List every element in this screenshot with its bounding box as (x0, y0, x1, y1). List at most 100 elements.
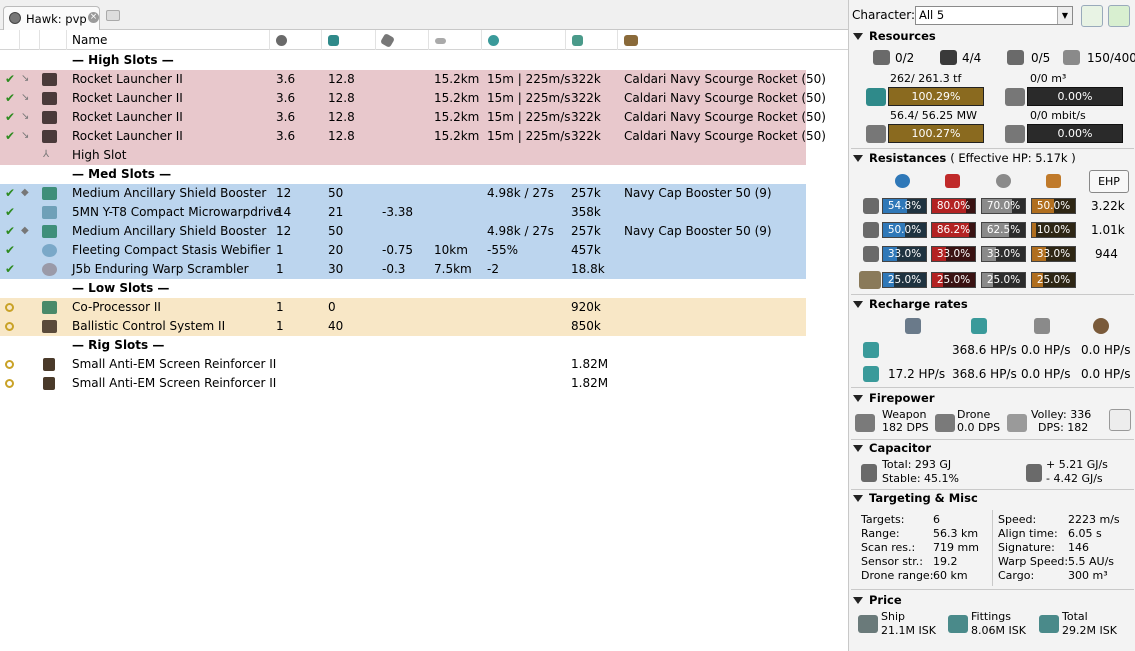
module-pg: 20 (328, 243, 344, 257)
range-column-header[interactable] (428, 30, 481, 50)
hull-icon (863, 246, 879, 262)
collapse-icon[interactable] (853, 395, 863, 402)
module-speed: -55% (487, 243, 519, 257)
module-row[interactable]: Co-Processor II 1 0 920k (0, 298, 806, 317)
state-icon[interactable]: ↘ (21, 93, 31, 103)
firepower-header[interactable]: Firepower (853, 391, 935, 405)
state-icon[interactable]: ↘ (21, 131, 31, 141)
refresh-skills-icon[interactable] (1081, 5, 1103, 27)
name-column-header[interactable]: Name (66, 30, 269, 50)
price-header[interactable]: Price (853, 593, 902, 607)
passive-state-icon[interactable] (5, 322, 14, 331)
fit-tab[interactable]: Hawk: pvp × (3, 6, 100, 30)
speed-column-header[interactable] (481, 30, 565, 50)
recharge-value: 0.0 HP/s (1021, 343, 1071, 357)
module-row[interactable]: Small Anti-EM Screen Reinforcer II 1.82M (0, 374, 806, 393)
capacitor-icon (861, 464, 877, 482)
reinforced-icon (863, 342, 879, 358)
capacitor-header[interactable]: Capacitor (853, 441, 931, 455)
module-row[interactable]: Small Anti-EM Screen Reinforcer II 1.82M (0, 355, 806, 374)
armor-icon (863, 222, 879, 238)
check-icon[interactable]: ✔ (5, 187, 15, 199)
close-tab-icon[interactable]: × (88, 12, 99, 23)
module-row[interactable]: ✔ ↘ Rocket Launcher II 3.6 12.8 15.2km 15… (0, 108, 826, 127)
fittings-price-value: 8.06M ISK (971, 624, 1026, 637)
stasis-webifier-icon (42, 244, 57, 257)
shield-booster-icon (971, 318, 987, 334)
volley-icon (1007, 414, 1027, 432)
module-speed: 4.98k / 27s (487, 186, 554, 200)
targeting-header[interactable]: Targeting & Misc (853, 491, 978, 505)
check-icon[interactable]: ✔ (5, 92, 15, 104)
module-name: High Slot (72, 148, 127, 162)
check-icon[interactable]: ✔ (5, 225, 15, 237)
check-icon[interactable]: ✔ (5, 206, 15, 218)
price-column-header[interactable] (565, 30, 617, 50)
weapon-dps: 182 DPS (882, 421, 929, 434)
armor-hp: 1.01k (1091, 223, 1125, 237)
targets-label: Targets: (861, 513, 905, 526)
module-row[interactable]: ✔ ◆ Medium Ancillary Shield Booster 12 50… (0, 222, 806, 241)
module-row[interactable]: ✔ J5b Enduring Warp Scrambler 1 30 -0.3 … (0, 260, 806, 279)
collapse-icon[interactable] (853, 597, 863, 604)
check-icon[interactable]: ✔ (5, 244, 15, 256)
recharge-value: 368.6 HP/s (952, 367, 1017, 381)
character-label: Character: (852, 8, 916, 22)
skills-icon[interactable] (1108, 5, 1130, 27)
module-row[interactable]: ✔ Fleeting Compact Stasis Webifier 1 20 … (0, 241, 806, 260)
state-icon[interactable]: ↘ (21, 112, 31, 122)
empty-slot-row[interactable]: ⅄ High Slot (0, 146, 806, 165)
capacitor-column-header[interactable] (375, 30, 428, 50)
module-price: 457k (571, 243, 601, 257)
charge-column-header[interactable] (617, 30, 848, 50)
section-header-low-slots: — Low Slots — (0, 279, 806, 298)
module-row[interactable]: Ballistic Control System II 1 40 850k (0, 317, 806, 336)
resist-fill (1032, 223, 1037, 237)
module-charge: Navy Cap Booster 50 (9) (624, 224, 772, 238)
passive-state-icon[interactable] (5, 360, 14, 369)
chevron-down-icon[interactable]: ▼ (1057, 7, 1072, 24)
collapse-icon[interactable] (853, 445, 863, 452)
passive-state-icon[interactable] (5, 379, 14, 388)
state-icon[interactable]: ↘ (21, 74, 31, 84)
collapse-icon[interactable] (853, 495, 863, 502)
module-row[interactable]: ✔ ↘ Rocket Launcher II 3.6 12.8 15.2km 15… (0, 127, 826, 146)
icon-column-header[interactable] (39, 30, 66, 50)
resist-bar-em: 25.0% (882, 272, 927, 288)
ehp-toggle-button[interactable]: EHP (1089, 170, 1129, 193)
state-icon[interactable]: ◆ (21, 188, 31, 198)
collapse-icon[interactable] (853, 33, 863, 40)
powergrid-icon (866, 125, 886, 143)
capacitor-recharge-icon (1026, 464, 1042, 482)
cpu-icon (276, 35, 287, 46)
check-icon[interactable]: ✔ (5, 73, 15, 85)
passive-state-icon[interactable] (5, 303, 14, 312)
character-select[interactable]: All 5 ▼ (915, 6, 1073, 25)
module-speed: 4.98k / 27s (487, 224, 554, 238)
collapse-icon[interactable] (853, 155, 863, 162)
module-row[interactable]: ✔ ◆ Medium Ancillary Shield Booster 12 50… (0, 184, 806, 203)
module-row[interactable]: ✔ 5MN Y-T8 Compact Microwarpdrive 14 21 … (0, 203, 806, 222)
powergrid-column-header[interactable] (321, 30, 375, 50)
cargo-label: Cargo: (998, 569, 1035, 582)
resistances-header[interactable]: Resistances ( Effective HP: 5.17k ) (853, 151, 1076, 165)
check-icon[interactable]: ✔ (5, 111, 15, 123)
damage-profile-button[interactable] (1109, 409, 1131, 431)
state-icon[interactable]: ◆ (21, 226, 31, 236)
status-column-header[interactable] (19, 30, 39, 50)
module-row[interactable]: ✔ ↘ Rocket Launcher II 3.6 12.8 15.2km 15… (0, 89, 826, 108)
new-tab-button[interactable] (106, 10, 120, 21)
check-icon[interactable]: ✔ (5, 263, 15, 275)
recharge-header[interactable]: Recharge rates (853, 297, 968, 311)
module-row[interactable]: ✔ ↘ Rocket Launcher II 3.6 12.8 15.2km 15… (0, 70, 826, 89)
cpu-column-header[interactable] (269, 30, 321, 50)
total-price-label: Total (1062, 610, 1088, 623)
collapse-icon[interactable] (853, 301, 863, 308)
check-icon[interactable]: ✔ (5, 130, 15, 142)
calibration-value: 150/400 (1087, 51, 1135, 65)
resist-bar-em: 33.0% (882, 246, 927, 262)
sensor-str-value: 19.2 (933, 555, 958, 568)
resources-header[interactable]: Resources (853, 29, 936, 43)
resist-bar-explosive: 10.0% (1031, 222, 1076, 238)
state-column-header[interactable] (0, 30, 19, 50)
